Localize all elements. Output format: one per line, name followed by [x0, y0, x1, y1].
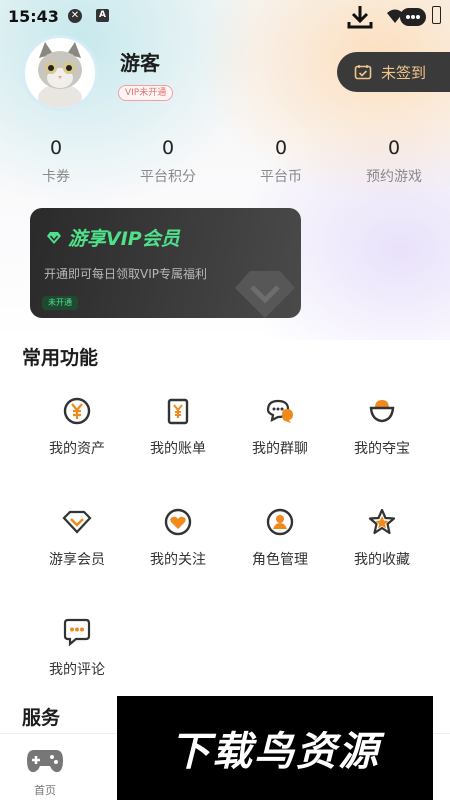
func-label: 游享会员	[49, 552, 105, 568]
download-icon	[347, 6, 373, 29]
bill-icon	[167, 398, 189, 425]
stat-label: 平台积分	[140, 169, 196, 185]
vip-status-badge: VIP未开通	[118, 85, 174, 101]
watermark-text: 下载鸟资源	[170, 729, 380, 775]
func-role-management[interactable]: 角色管理	[230, 507, 330, 587]
gamepad-icon	[27, 750, 63, 773]
func-my-bills[interactable]: 我的账单	[128, 396, 228, 476]
func-my-favorites[interactable]: 我的收藏	[332, 507, 432, 587]
functions-title: 常用功能	[22, 347, 99, 369]
watermark-banner: 下载鸟资源	[117, 696, 433, 800]
cat-avatar-icon	[38, 42, 82, 108]
vip-deco-icon	[235, 271, 295, 318]
status-time: 15:43	[8, 7, 59, 26]
battery-icon	[432, 6, 441, 24]
stat-label: 平台币	[260, 169, 302, 185]
heart-icon	[164, 508, 192, 536]
nav-home[interactable]: 首页	[25, 746, 65, 798]
nav-home-label: 首页	[34, 784, 56, 797]
func-vip-member[interactable]: 游享会员	[27, 507, 127, 587]
notification-x-icon: ✕	[68, 9, 82, 23]
func-label: 我的收藏	[354, 552, 410, 568]
stat-value: 0	[161, 137, 175, 159]
notification-a-icon: A	[96, 9, 109, 22]
status-bar: 15:43 ✕ A	[0, 0, 450, 34]
yen-coin-icon	[63, 397, 91, 425]
star-icon	[368, 508, 396, 535]
group-chat-icon	[266, 399, 293, 423]
vip-diamond-icon	[62, 510, 92, 534]
stat-label: 预约游戏	[366, 169, 422, 185]
checkin-button[interactable]: 未签到	[337, 52, 450, 92]
stat-platform-coins[interactable]: 0 平台币	[226, 136, 336, 186]
func-my-comments[interactable]: 我的评论	[27, 617, 127, 697]
stat-value: 0	[387, 137, 401, 159]
func-label: 角色管理	[252, 552, 308, 568]
stat-coupons[interactable]: 0 卡券	[1, 136, 111, 186]
username: 游客	[120, 51, 160, 75]
func-label: 我的账单	[150, 441, 206, 457]
vip-tag: 未开通	[42, 296, 78, 310]
avatar[interactable]	[22, 35, 98, 111]
vip-title: 游享VIP会员	[46, 224, 180, 251]
func-label: 我的群聊	[252, 441, 308, 457]
diamond-icon	[47, 231, 61, 244]
stat-reserved-games[interactable]: 0 预约游戏	[339, 136, 449, 186]
stat-label: 卡券	[42, 169, 70, 185]
func-label: 我的评论	[49, 662, 105, 678]
checkin-label: 未签到	[381, 63, 427, 82]
stat-points[interactable]: 0 平台积分	[113, 136, 223, 186]
chat-status-icon	[400, 8, 426, 26]
stat-value: 0	[49, 137, 63, 159]
func-my-assets[interactable]: 我的资产	[27, 396, 127, 476]
vip-card[interactable]: 游享VIP会员 开通即可每日领取VIP专属福利 未开通	[30, 208, 301, 318]
func-my-group-chat[interactable]: 我的群聊	[230, 396, 330, 476]
services-title: 服务	[22, 707, 61, 729]
func-label: 我的资产	[49, 441, 105, 457]
treasure-icon	[369, 400, 395, 423]
func-my-treasure[interactable]: 我的夺宝	[332, 396, 432, 476]
stats-row: 0 卡券 0 平台积分 0 平台币 0 预约游戏	[0, 136, 450, 190]
vip-title-text: 游享VIP会员	[68, 228, 180, 250]
func-my-follows[interactable]: 我的关注	[128, 507, 228, 587]
user-role-icon	[266, 508, 294, 536]
vip-description: 开通即可每日领取VIP专属福利	[44, 267, 207, 281]
func-label: 我的关注	[150, 552, 206, 568]
stat-value: 0	[274, 137, 288, 159]
calendar-check-icon	[354, 65, 372, 80]
func-label: 我的夺宝	[354, 441, 410, 457]
comment-icon	[63, 618, 91, 647]
